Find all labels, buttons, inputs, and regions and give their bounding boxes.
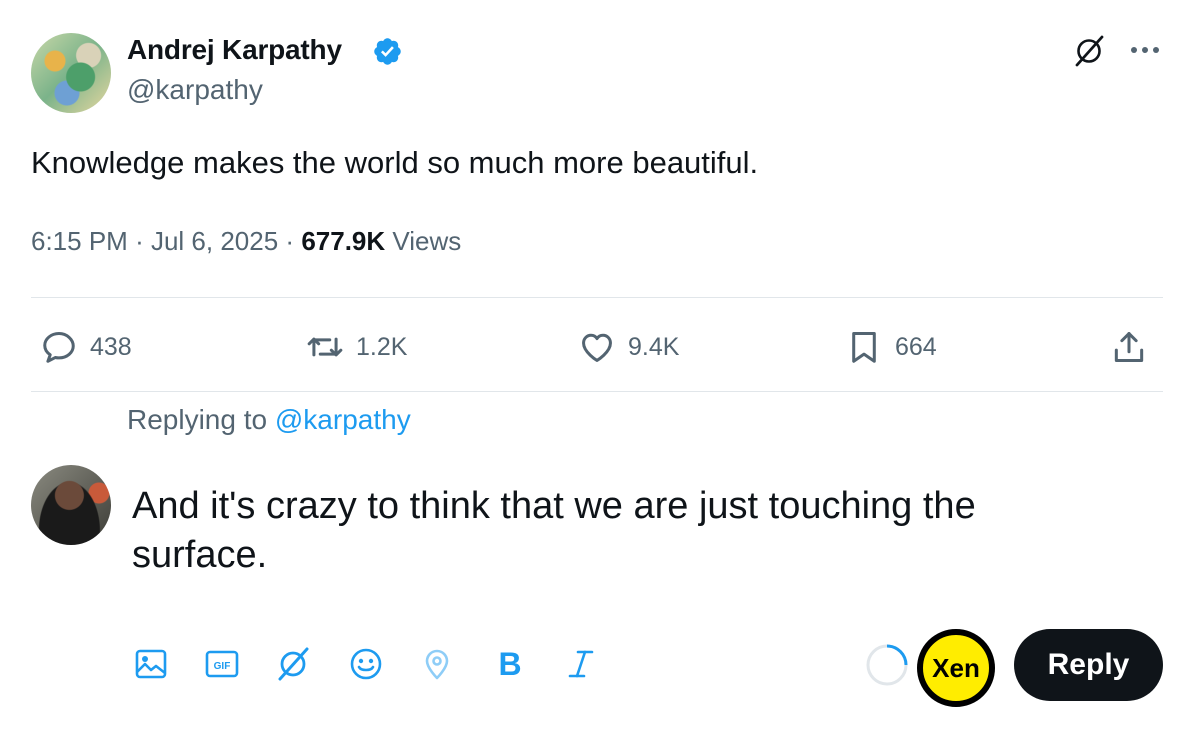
svg-text:GIF: GIF: [214, 661, 231, 672]
reply-icon: [43, 332, 75, 363]
gif-icon[interactable]: GIF: [204, 646, 240, 682]
replying-handle-link[interactable]: @karpathy: [275, 404, 411, 435]
reply-action[interactable]: 438: [40, 326, 132, 368]
repost-icon: [307, 337, 343, 357]
heart-icon: [582, 333, 612, 362]
reply-count: 438: [90, 332, 132, 361]
views-count: 677.9K: [301, 226, 386, 256]
author-avatar[interactable]: [31, 33, 111, 113]
divider-top: [31, 297, 1163, 298]
author-name[interactable]: Andrej Karpathy: [127, 34, 342, 66]
bookmark-action[interactable]: 664: [845, 326, 937, 368]
replying-to: Replying to @karpathy: [127, 404, 411, 436]
like-action[interactable]: 9.4K: [578, 326, 679, 368]
grok-icon[interactable]: [275, 646, 311, 682]
verified-badge-icon: [374, 38, 401, 65]
italic-icon[interactable]: [563, 646, 599, 682]
reply-textarea[interactable]: And it's crazy to think that we are just…: [132, 482, 1112, 580]
tweet-meta: 6:15 PM · Jul 6, 2025 · 677.9K Views: [31, 226, 461, 257]
share-icon: [1114, 332, 1144, 362]
repost-count: 1.2K: [356, 332, 408, 361]
tweet-text: Knowledge makes the world so much more b…: [31, 145, 759, 180]
emoji-icon[interactable]: [348, 646, 384, 682]
user-avatar[interactable]: [31, 465, 111, 545]
repost-action[interactable]: 1.2K: [306, 326, 407, 368]
views-label: Views: [392, 226, 462, 256]
bold-icon[interactable]: B: [492, 646, 528, 682]
replying-prefix: Replying to: [127, 404, 268, 435]
xen-label: Xen: [932, 652, 980, 683]
tweet-date[interactable]: Jul 6, 2025: [151, 226, 278, 256]
character-count-progress: [866, 644, 908, 686]
meta-separator: ·: [285, 226, 295, 256]
divider-bottom: [31, 391, 1163, 392]
reply-button[interactable]: Reply: [1014, 629, 1163, 701]
author-handle[interactable]: @karpathy: [127, 74, 263, 106]
tweet-time[interactable]: 6:15 PM: [31, 226, 128, 256]
xen-extension-button[interactable]: Xen: [917, 629, 995, 707]
svg-text:B: B: [498, 646, 521, 682]
grok-icon[interactable]: [1072, 34, 1106, 68]
meta-separator: ·: [135, 226, 144, 256]
share-action[interactable]: [1110, 326, 1160, 368]
like-count: 9.4K: [628, 332, 680, 361]
location-icon[interactable]: [419, 646, 455, 682]
bookmark-count: 664: [895, 332, 937, 361]
image-icon[interactable]: [133, 646, 169, 682]
bookmark-icon: [852, 332, 876, 363]
more-options-icon[interactable]: [1127, 38, 1163, 62]
